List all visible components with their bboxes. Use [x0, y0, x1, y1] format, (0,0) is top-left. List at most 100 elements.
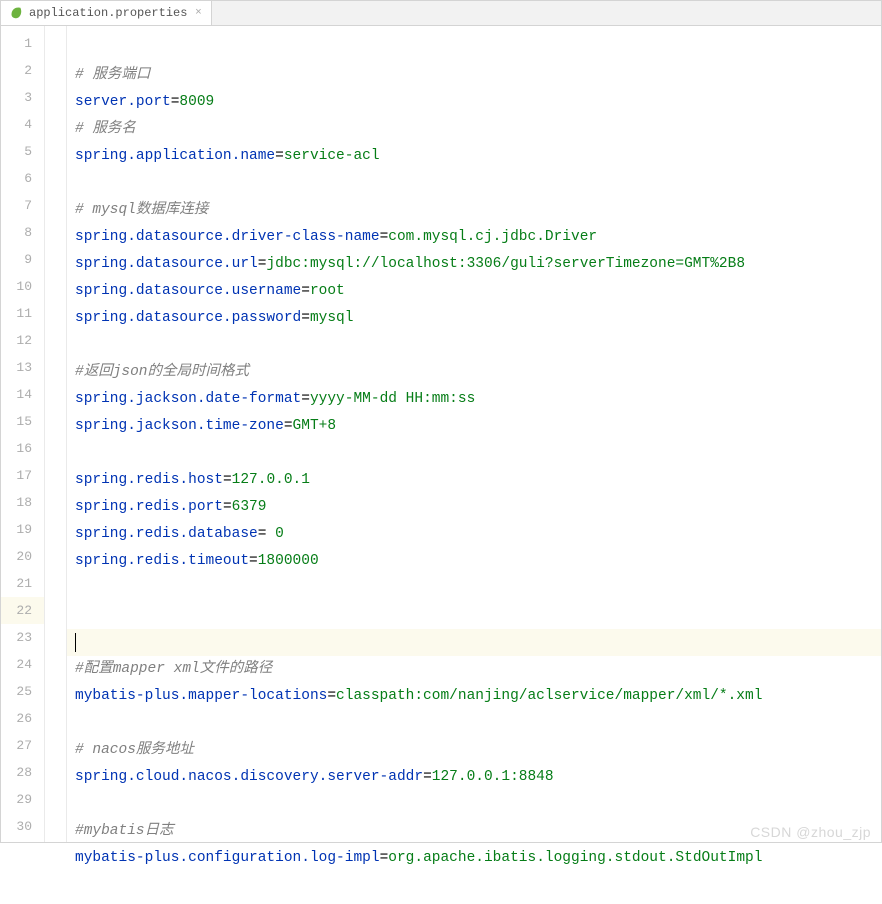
- code-line[interactable]: # mysql数据库连接: [75, 197, 881, 224]
- code-line[interactable]: [75, 440, 881, 467]
- comment: #mybatis日志: [75, 823, 174, 839]
- line-number: 16: [1, 435, 44, 462]
- tab-title: application.properties: [29, 6, 187, 20]
- comment: #配置mapper xml文件的路径: [75, 661, 272, 677]
- code-line[interactable]: spring.datasource.password=mysql: [75, 305, 881, 332]
- property-key: spring.application.name: [75, 148, 275, 164]
- property-value: yyyy-MM-dd HH:mm:ss: [310, 391, 475, 407]
- line-number: 22: [1, 597, 44, 624]
- line-number: 26: [1, 705, 44, 732]
- line-number: 12: [1, 327, 44, 354]
- property-key: server.port: [75, 94, 171, 110]
- code-line[interactable]: [75, 332, 881, 359]
- spring-leaf-icon: [9, 6, 23, 20]
- code-line[interactable]: mybatis-plus.mapper-locations=classpath:…: [75, 683, 881, 710]
- equals-sign: =: [223, 499, 232, 515]
- property-key: spring.redis.timeout: [75, 553, 249, 569]
- code-line[interactable]: [67, 629, 881, 656]
- code-line[interactable]: spring.datasource.url=jdbc:mysql://local…: [75, 251, 881, 278]
- code-line[interactable]: #返回json的全局时间格式: [75, 359, 881, 386]
- code-line[interactable]: server.port=8009: [75, 89, 881, 116]
- property-value: 6379: [232, 499, 267, 515]
- close-icon[interactable]: ×: [193, 8, 203, 18]
- property-key: spring.datasource.password: [75, 310, 301, 326]
- equals-sign: =: [301, 391, 310, 407]
- code-line[interactable]: spring.redis.database= 0: [75, 521, 881, 548]
- equals-sign: =: [380, 229, 389, 245]
- code-line[interactable]: spring.redis.timeout=1800000: [75, 548, 881, 575]
- line-number: 7: [1, 192, 44, 219]
- code-line[interactable]: # 服务名: [75, 116, 881, 143]
- code-line[interactable]: [75, 791, 881, 818]
- line-number: 17: [1, 462, 44, 489]
- code-line[interactable]: # nacos服务地址: [75, 737, 881, 764]
- code-line[interactable]: [75, 710, 881, 737]
- line-number: 14: [1, 381, 44, 408]
- property-key: spring.redis.host: [75, 472, 223, 488]
- line-number: 24: [1, 651, 44, 678]
- property-value: mysql: [310, 310, 354, 326]
- equals-sign: =: [327, 688, 336, 704]
- comment: # nacos服务地址: [75, 742, 194, 758]
- code-line[interactable]: [75, 575, 881, 602]
- line-number: 5: [1, 138, 44, 165]
- equals-sign: =: [275, 148, 284, 164]
- code-line[interactable]: # 服务端口: [75, 62, 881, 89]
- property-key: spring.datasource.url: [75, 256, 258, 272]
- property-value: 8009: [179, 94, 214, 110]
- line-number: 23: [1, 624, 44, 651]
- text-caret: [75, 633, 76, 652]
- property-key: spring.cloud.nacos.discovery.server-addr: [75, 769, 423, 785]
- property-key: spring.datasource.driver-class-name: [75, 229, 380, 245]
- code-line[interactable]: spring.redis.port=6379: [75, 494, 881, 521]
- line-number: 2: [1, 57, 44, 84]
- equals-sign: =: [380, 850, 389, 866]
- code-line[interactable]: mybatis-plus.configuration.log-impl=org.…: [75, 845, 881, 872]
- property-key: spring.redis.port: [75, 499, 223, 515]
- line-number: 9: [1, 246, 44, 273]
- line-number: 11: [1, 300, 44, 327]
- code-line[interactable]: spring.cloud.nacos.discovery.server-addr…: [75, 764, 881, 791]
- line-number: 15: [1, 408, 44, 435]
- line-number: 21: [1, 570, 44, 597]
- equals-sign: =: [284, 418, 293, 434]
- property-value: GMT+8: [293, 418, 337, 434]
- property-value: service-acl: [284, 148, 380, 164]
- comment: # 服务端口: [75, 67, 150, 83]
- line-number-gutter: 1234567891011121314151617181920212223242…: [1, 26, 45, 842]
- line-number: 27: [1, 732, 44, 759]
- property-key: spring.redis.database: [75, 526, 258, 542]
- line-number: 18: [1, 489, 44, 516]
- code-line[interactable]: spring.jackson.time-zone=GMT+8: [75, 413, 881, 440]
- code-line[interactable]: spring.datasource.username=root: [75, 278, 881, 305]
- line-number: 3: [1, 84, 44, 111]
- code-line[interactable]: #配置mapper xml文件的路径: [75, 656, 881, 683]
- property-value: 127.0.0.1: [232, 472, 310, 488]
- line-number: 19: [1, 516, 44, 543]
- code-line[interactable]: [75, 170, 881, 197]
- line-number: 6: [1, 165, 44, 192]
- equals-sign: =: [301, 283, 310, 299]
- editor: 1234567891011121314151617181920212223242…: [1, 26, 881, 842]
- property-value: classpath:com/nanjing/aclservice/mapper/…: [336, 688, 762, 704]
- code-line[interactable]: #mybatis日志: [75, 818, 881, 845]
- code-line[interactable]: spring.datasource.driver-class-name=com.…: [75, 224, 881, 251]
- line-number: 1: [1, 30, 44, 57]
- line-number: 13: [1, 354, 44, 381]
- code-line[interactable]: spring.redis.host=127.0.0.1: [75, 467, 881, 494]
- code-area[interactable]: # 服务端口server.port=8009# 服务名spring.applic…: [67, 26, 881, 842]
- property-value: 0: [275, 526, 284, 542]
- comment: # mysql数据库连接: [75, 202, 208, 218]
- equals-sign: =: [258, 526, 275, 542]
- property-value: jdbc:mysql://localhost:3306/guli?serverT…: [266, 256, 745, 272]
- code-line[interactable]: spring.jackson.date-format=yyyy-MM-dd HH…: [75, 386, 881, 413]
- comment: # 服务名: [75, 121, 136, 137]
- line-number: 8: [1, 219, 44, 246]
- line-number: 29: [1, 786, 44, 813]
- file-tab[interactable]: application.properties ×: [1, 1, 212, 25]
- equals-sign: =: [423, 769, 432, 785]
- property-value: 1800000: [258, 553, 319, 569]
- code-line[interactable]: [75, 602, 881, 629]
- property-value: org.apache.ibatis.logging.stdout.StdOutI…: [388, 850, 762, 866]
- code-line[interactable]: spring.application.name=service-acl: [75, 143, 881, 170]
